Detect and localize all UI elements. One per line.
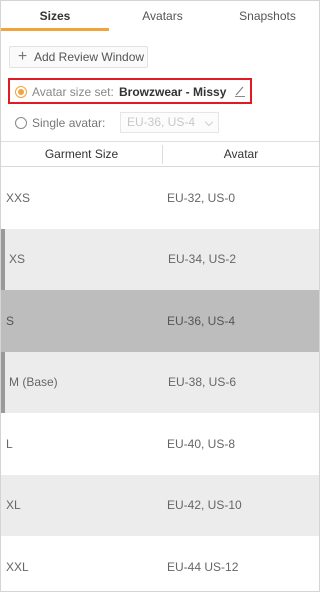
single-avatar-select-value: EU-36, US-4 bbox=[127, 115, 196, 129]
column-header-garment-size[interactable]: Garment Size bbox=[1, 142, 162, 167]
table-row[interactable]: XXS EU-32, US-0 bbox=[1, 167, 319, 229]
single-avatar-radio[interactable] bbox=[15, 117, 27, 129]
table-row-selected[interactable]: S EU-36, US-4 bbox=[1, 290, 319, 352]
tab-sizes[interactable]: Sizes bbox=[1, 1, 109, 31]
table-header: Garment Size Avatar bbox=[1, 141, 319, 167]
avatar-size-set-value[interactable]: Browzwear - Missy bbox=[119, 85, 226, 99]
column-header-avatar[interactable]: Avatar bbox=[163, 142, 319, 167]
add-review-window-button[interactable]: + Add Review Window bbox=[9, 46, 148, 68]
avatar-cell: EU-38, US-6 bbox=[168, 375, 237, 390]
garment-size-cell: L bbox=[6, 436, 13, 451]
avatar-cell: EU-42, US-10 bbox=[167, 498, 242, 513]
row-marker bbox=[1, 536, 5, 591]
avatar-cell: EU-36, US-4 bbox=[167, 313, 236, 328]
row-marker bbox=[1, 351, 5, 413]
plus-icon: + bbox=[17, 48, 28, 65]
garment-size-cell: XXL bbox=[6, 559, 29, 574]
pencil-edit-icon[interactable] bbox=[233, 84, 247, 98]
row-marker bbox=[1, 413, 5, 475]
avatar-cell: EU-44 US-12 bbox=[167, 559, 239, 574]
single-avatar-label: Single avatar: bbox=[32, 116, 106, 130]
size-table-body: XXS EU-32, US-0 XS EU-34, US-2 S EU-36, … bbox=[1, 167, 319, 591]
garment-size-cell: XL bbox=[6, 498, 21, 513]
table-row[interactable]: M (Base) EU-38, US-6 bbox=[1, 351, 319, 413]
garment-size-cell: XXS bbox=[6, 190, 31, 205]
row-marker bbox=[1, 167, 5, 229]
single-avatar-select[interactable]: EU-36, US-4 bbox=[120, 112, 219, 133]
avatar-cell: EU-40, US-8 bbox=[167, 436, 236, 451]
garment-size-cell: S bbox=[6, 313, 15, 328]
chevron-down-icon bbox=[204, 117, 214, 127]
row-marker bbox=[1, 290, 5, 352]
table-row[interactable]: L EU-40, US-8 bbox=[1, 413, 319, 475]
table-row[interactable]: XS EU-34, US-2 bbox=[1, 228, 319, 290]
avatar-cell: EU-32, US-0 bbox=[167, 190, 236, 205]
tab-snapshots[interactable]: Snapshots bbox=[216, 1, 319, 31]
row-marker bbox=[1, 228, 5, 290]
sizes-panel: Sizes Avatars Snapshots + Add Review Win… bbox=[0, 0, 320, 592]
garment-size-cell: M (Base) bbox=[9, 375, 58, 390]
table-row[interactable]: XL EU-42, US-10 bbox=[1, 474, 319, 537]
add-review-window-label: Add Review Window bbox=[34, 50, 145, 64]
avatar-cell: EU-34, US-2 bbox=[168, 252, 237, 267]
tab-avatars[interactable]: Avatars bbox=[109, 1, 216, 31]
table-row[interactable]: XXL EU-44 US-12 bbox=[1, 536, 319, 591]
row-marker bbox=[1, 475, 5, 537]
avatar-size-set-label: Avatar size set: bbox=[32, 85, 114, 99]
avatar-size-set-radio[interactable] bbox=[15, 86, 27, 98]
tab-bar: Sizes Avatars Snapshots bbox=[1, 1, 319, 31]
garment-size-cell: XS bbox=[9, 252, 26, 267]
